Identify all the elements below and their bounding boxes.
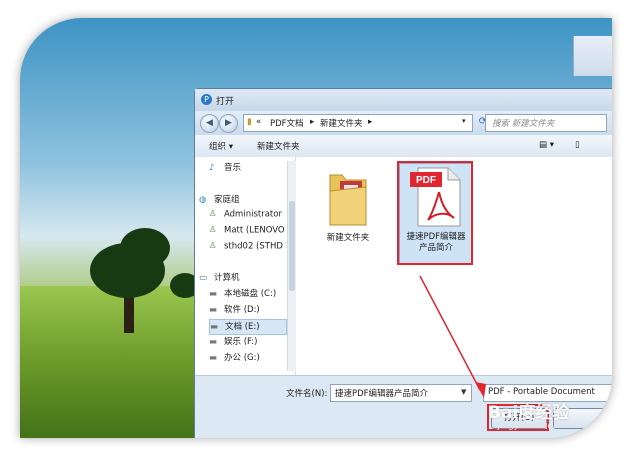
screenshot-frame: P 打开 ◀ ▶ ▮ « PDF文档 ▸ 新建文件夹 ▸ ▾ ⟳ 搜索 新建文件… <box>20 18 612 438</box>
annotation-arrow <box>419 275 486 398</box>
baidu-watermark: Bai度经验 <box>488 403 570 423</box>
baidu-watermark-url: jingyan.baidu.com <box>498 421 582 431</box>
